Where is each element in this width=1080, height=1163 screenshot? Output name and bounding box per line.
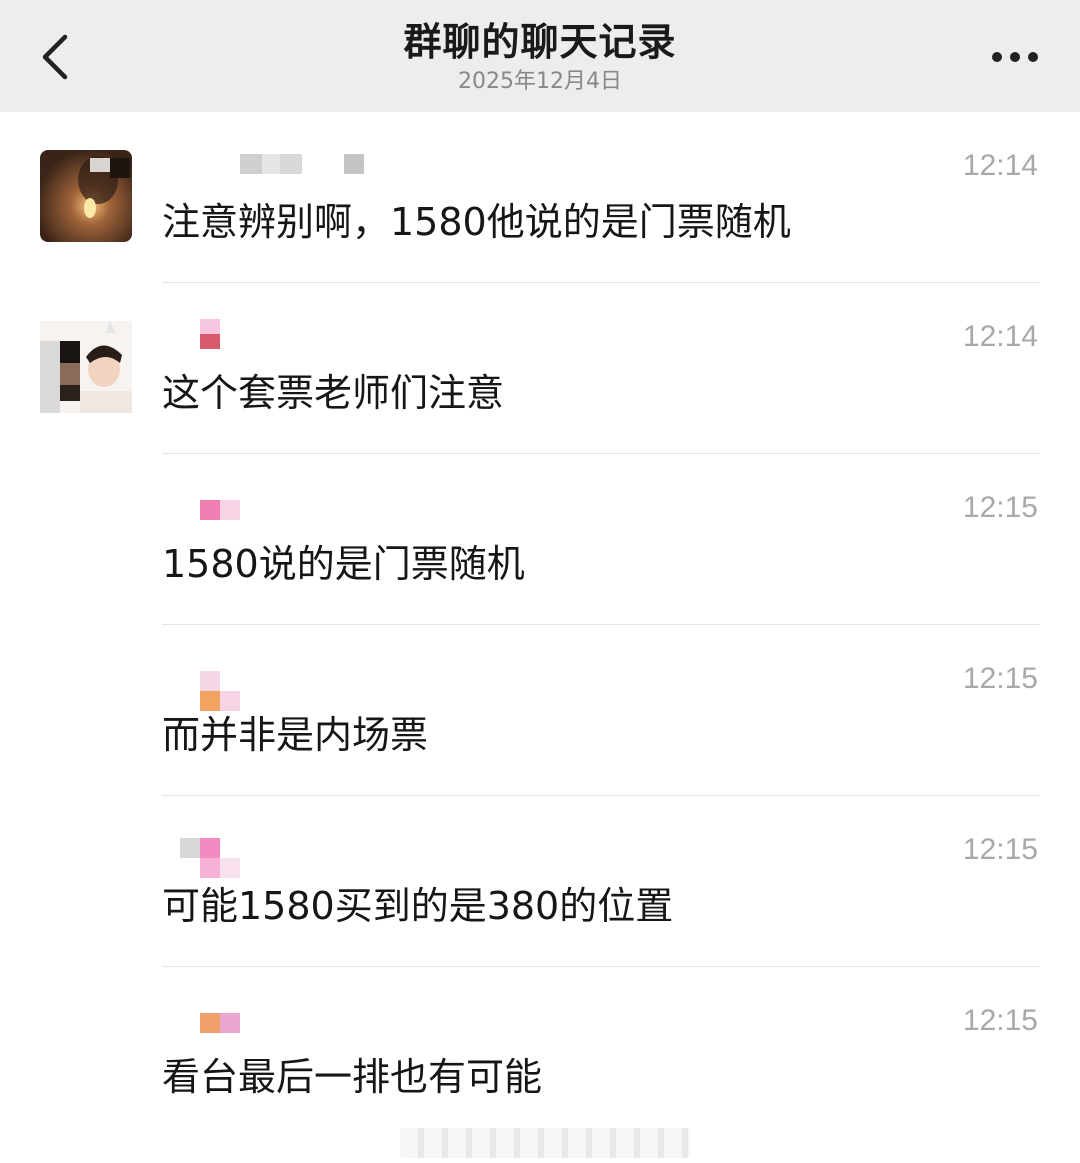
message-item: 12:15 可能1580买到的是380的位置 [0, 796, 1080, 967]
message-time: 12:15 [962, 662, 1038, 695]
name-mosaic [240, 154, 262, 174]
avatar[interactable] [40, 150, 132, 242]
message-time: 12:15 [962, 1004, 1038, 1037]
message-time: 12:14 [962, 149, 1038, 182]
sender-name [200, 319, 220, 349]
message-item: 12:15 看台最后一排也有可能 [0, 967, 1080, 1138]
blurred-footer-mosaic [400, 1128, 690, 1158]
message-item: 12:14 这个套票老师们注意 [0, 283, 1080, 454]
message-text[interactable]: 看台最后一排也有可能 [162, 1053, 542, 1101]
message-text[interactable]: 注意辨别啊，1580他说的是门票随机 [162, 198, 791, 246]
message-text[interactable]: 可能1580买到的是380的位置 [162, 882, 673, 930]
avatar[interactable] [40, 321, 132, 413]
sender-name [200, 671, 240, 711]
name-mosaic [220, 1013, 240, 1033]
name-mosaic [200, 671, 220, 691]
name-mosaic [200, 858, 220, 878]
message-text[interactable]: 这个套票老师们注意 [162, 369, 504, 417]
chevron-left-icon [42, 34, 68, 80]
message-text[interactable]: 而并非是内场票 [162, 711, 428, 759]
message-list[interactable]: 12:14 注意辨别啊，1580他说的是门票随机 12:14 这个套票老师们注意 [0, 112, 1080, 1138]
sender-name [162, 154, 364, 184]
avatar-image [40, 150, 132, 242]
chat-date: 2025年12月4日 [458, 69, 622, 94]
name-mosaic [280, 154, 302, 174]
name-mosaic [220, 500, 240, 520]
more-button[interactable] [980, 32, 1050, 82]
name-mosaic [262, 154, 280, 174]
message-item: 12:15 1580说的是门票随机 [0, 454, 1080, 625]
name-mosaic [220, 671, 240, 691]
message-time: 12:15 [962, 833, 1038, 866]
sender-name [200, 500, 240, 530]
name-mosaic [180, 838, 200, 858]
message-time: 12:15 [962, 491, 1038, 524]
back-button[interactable] [22, 22, 86, 92]
avatar-image [40, 321, 132, 413]
name-mosaic [200, 500, 220, 520]
message-time: 12:14 [962, 320, 1038, 353]
name-mosaic [220, 838, 240, 858]
name-mosaic [200, 691, 220, 711]
sender-name [200, 1013, 240, 1043]
message-item: 12:15 而并非是内场票 [0, 625, 1080, 796]
message-text[interactable]: 1580说的是门票随机 [162, 540, 525, 588]
name-mosaic [200, 319, 220, 334]
name-mosaic [220, 858, 240, 878]
name-mosaic [344, 154, 364, 174]
name-mosaic [200, 334, 220, 349]
name-mosaic [200, 838, 220, 858]
name-mosaic [180, 858, 200, 878]
sender-name [180, 838, 240, 878]
name-mosaic [200, 1013, 220, 1033]
more-dots-icon [992, 52, 1038, 62]
name-mosaic [220, 691, 240, 711]
chat-history-header: 群聊的聊天记录 2025年12月4日 [0, 0, 1080, 112]
page-title: 群聊的聊天记录 [403, 20, 677, 64]
message-item: 12:14 注意辨别啊，1580他说的是门票随机 [0, 112, 1080, 283]
